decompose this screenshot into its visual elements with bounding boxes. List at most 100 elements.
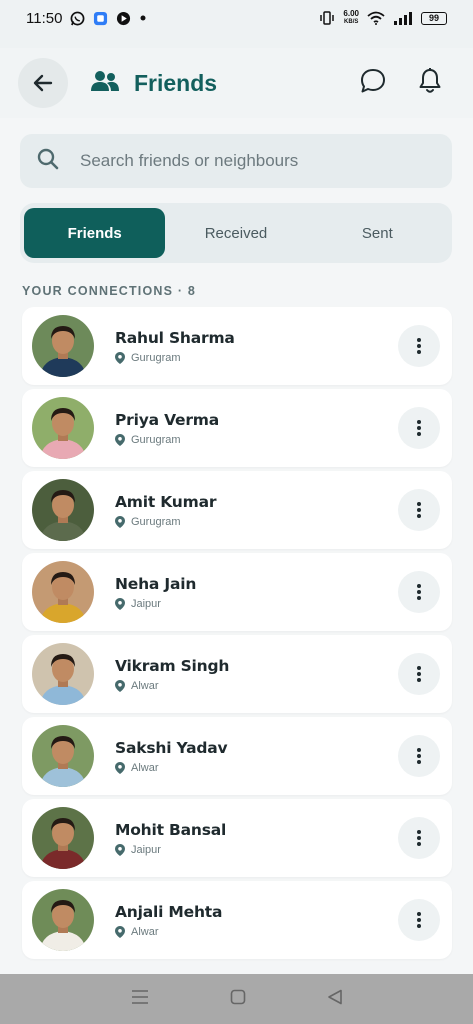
menu-icon[interactable] <box>131 989 149 1010</box>
avatar[interactable] <box>32 643 94 705</box>
more-vertical-icon <box>417 502 421 518</box>
avatar[interactable] <box>32 397 94 459</box>
net-speed-unit: KB/S <box>344 19 359 25</box>
friend-info: Amit Kumar Gurugram <box>115 493 216 528</box>
friend-info: Anjali Mehta Alwar <box>115 903 222 938</box>
more-vertical-icon <box>417 748 421 764</box>
app-notification-icon <box>93 11 108 26</box>
users-icon <box>90 69 120 98</box>
tab-bar: Friends Received Sent <box>20 203 452 263</box>
tab-sent[interactable]: Sent <box>307 208 448 258</box>
network-speed: 6.00 KB/S <box>343 10 359 26</box>
more-options-button[interactable] <box>398 899 440 941</box>
more-options-button[interactable] <box>398 653 440 695</box>
page-title: Friends <box>134 69 218 96</box>
friend-location-text: Gurugram <box>131 433 181 446</box>
friend-card[interactable]: Neha Jain Jaipur <box>22 553 452 631</box>
more-options-button[interactable] <box>398 817 440 859</box>
friend-location: Alwar <box>115 761 227 774</box>
location-pin-icon <box>115 351 125 364</box>
friend-location: Jaipur <box>115 843 226 856</box>
friend-location: Alwar <box>115 925 222 938</box>
more-options-button[interactable] <box>398 571 440 613</box>
friend-name: Anjali Mehta <box>115 902 223 921</box>
friend-location: Gurugram <box>115 351 235 364</box>
avatar[interactable] <box>32 725 94 787</box>
wifi-icon <box>367 11 385 25</box>
friend-location: Alwar <box>115 679 229 692</box>
search-input[interactable] <box>80 151 420 171</box>
friends-list: Rahul Sharma Gurugram Priya Verma Gurugr… <box>22 307 452 963</box>
friend-name: Priya Verma <box>115 410 219 429</box>
chat-icon[interactable] <box>359 67 387 100</box>
more-options-button[interactable] <box>398 735 440 777</box>
friend-name: Sakshi Yadav <box>115 738 228 757</box>
friend-card[interactable]: Vikram Singh Alwar <box>22 635 452 713</box>
friend-location-text: Alwar <box>131 925 159 938</box>
more-options-button[interactable] <box>398 325 440 367</box>
friend-location-text: Jaipur <box>131 597 161 610</box>
friend-info: Neha Jain Jaipur <box>115 575 196 610</box>
more-vertical-icon <box>417 338 421 354</box>
location-pin-icon <box>115 925 125 938</box>
location-pin-icon <box>115 679 125 692</box>
friend-location-text: Alwar <box>131 679 159 692</box>
more-options-button[interactable] <box>398 407 440 449</box>
avatar[interactable] <box>32 889 94 951</box>
location-pin-icon <box>115 761 125 774</box>
friend-card[interactable]: Anjali Mehta Alwar <box>22 881 452 959</box>
more-vertical-icon <box>417 584 421 600</box>
content-area: Friends Received Sent YOUR CONNECTIONS ·… <box>0 118 473 974</box>
net-speed-value: 6.00 <box>343 9 359 18</box>
friend-card[interactable]: Sakshi Yadav Alwar <box>22 717 452 795</box>
friend-location: Gurugram <box>115 433 219 446</box>
location-pin-icon <box>115 433 125 446</box>
section-label: YOUR CONNECTIONS · 8 <box>22 284 197 298</box>
friend-location-text: Alwar <box>131 761 159 774</box>
system-nav-bar <box>0 974 473 1024</box>
bell-icon[interactable] <box>417 67 443 100</box>
avatar[interactable] <box>32 807 94 869</box>
more-options-button[interactable] <box>398 489 440 531</box>
friend-location-text: Gurugram <box>131 515 181 528</box>
avatar[interactable] <box>32 315 94 377</box>
home-icon[interactable] <box>230 989 246 1010</box>
friend-info: Vikram Singh Alwar <box>115 657 229 692</box>
friend-card[interactable]: Priya Verma Gurugram <box>22 389 452 467</box>
status-bar: 11:50 6.00 KB/S 99 <box>0 0 473 36</box>
search-bar[interactable] <box>20 134 452 188</box>
friend-location-text: Gurugram <box>131 351 181 364</box>
more-vertical-icon <box>417 912 421 928</box>
arrow-left-icon <box>33 74 53 92</box>
friend-info: Sakshi Yadav Alwar <box>115 738 228 774</box>
friend-name: Neha Jain <box>115 574 197 593</box>
friend-info: Mohit Bansal Jaipur <box>115 821 226 856</box>
search-icon <box>36 147 60 176</box>
whatsapp-icon <box>70 11 85 26</box>
vibrate-icon <box>319 11 335 25</box>
status-time: 11:50 <box>26 9 63 27</box>
friend-location: Gurugram <box>115 515 216 528</box>
friend-card[interactable]: Mohit Bansal Jaipur <box>22 799 452 877</box>
friend-info: Priya Verma Gurugram <box>115 411 219 446</box>
avatar[interactable] <box>32 561 94 623</box>
play-icon <box>116 11 131 26</box>
tab-received[interactable]: Received <box>165 208 306 258</box>
location-pin-icon <box>115 515 125 528</box>
dot-icon <box>139 14 147 22</box>
back-button[interactable] <box>18 58 68 108</box>
friend-location: Jaipur <box>115 597 196 610</box>
more-vertical-icon <box>417 420 421 436</box>
friend-info: Rahul Sharma Gurugram <box>115 329 235 364</box>
friend-name: Amit Kumar <box>115 492 217 511</box>
friend-card[interactable]: Rahul Sharma Gurugram <box>22 307 452 385</box>
back-nav-icon[interactable] <box>327 989 343 1010</box>
location-pin-icon <box>115 597 125 610</box>
app-header: Friends <box>0 48 473 118</box>
friend-name: Vikram Singh <box>115 656 230 675</box>
tab-friends[interactable]: Friends <box>24 208 166 258</box>
location-pin-icon <box>115 843 125 856</box>
friend-location-text: Jaipur <box>131 843 161 856</box>
avatar[interactable] <box>32 479 94 541</box>
friend-card[interactable]: Amit Kumar Gurugram <box>22 471 452 549</box>
